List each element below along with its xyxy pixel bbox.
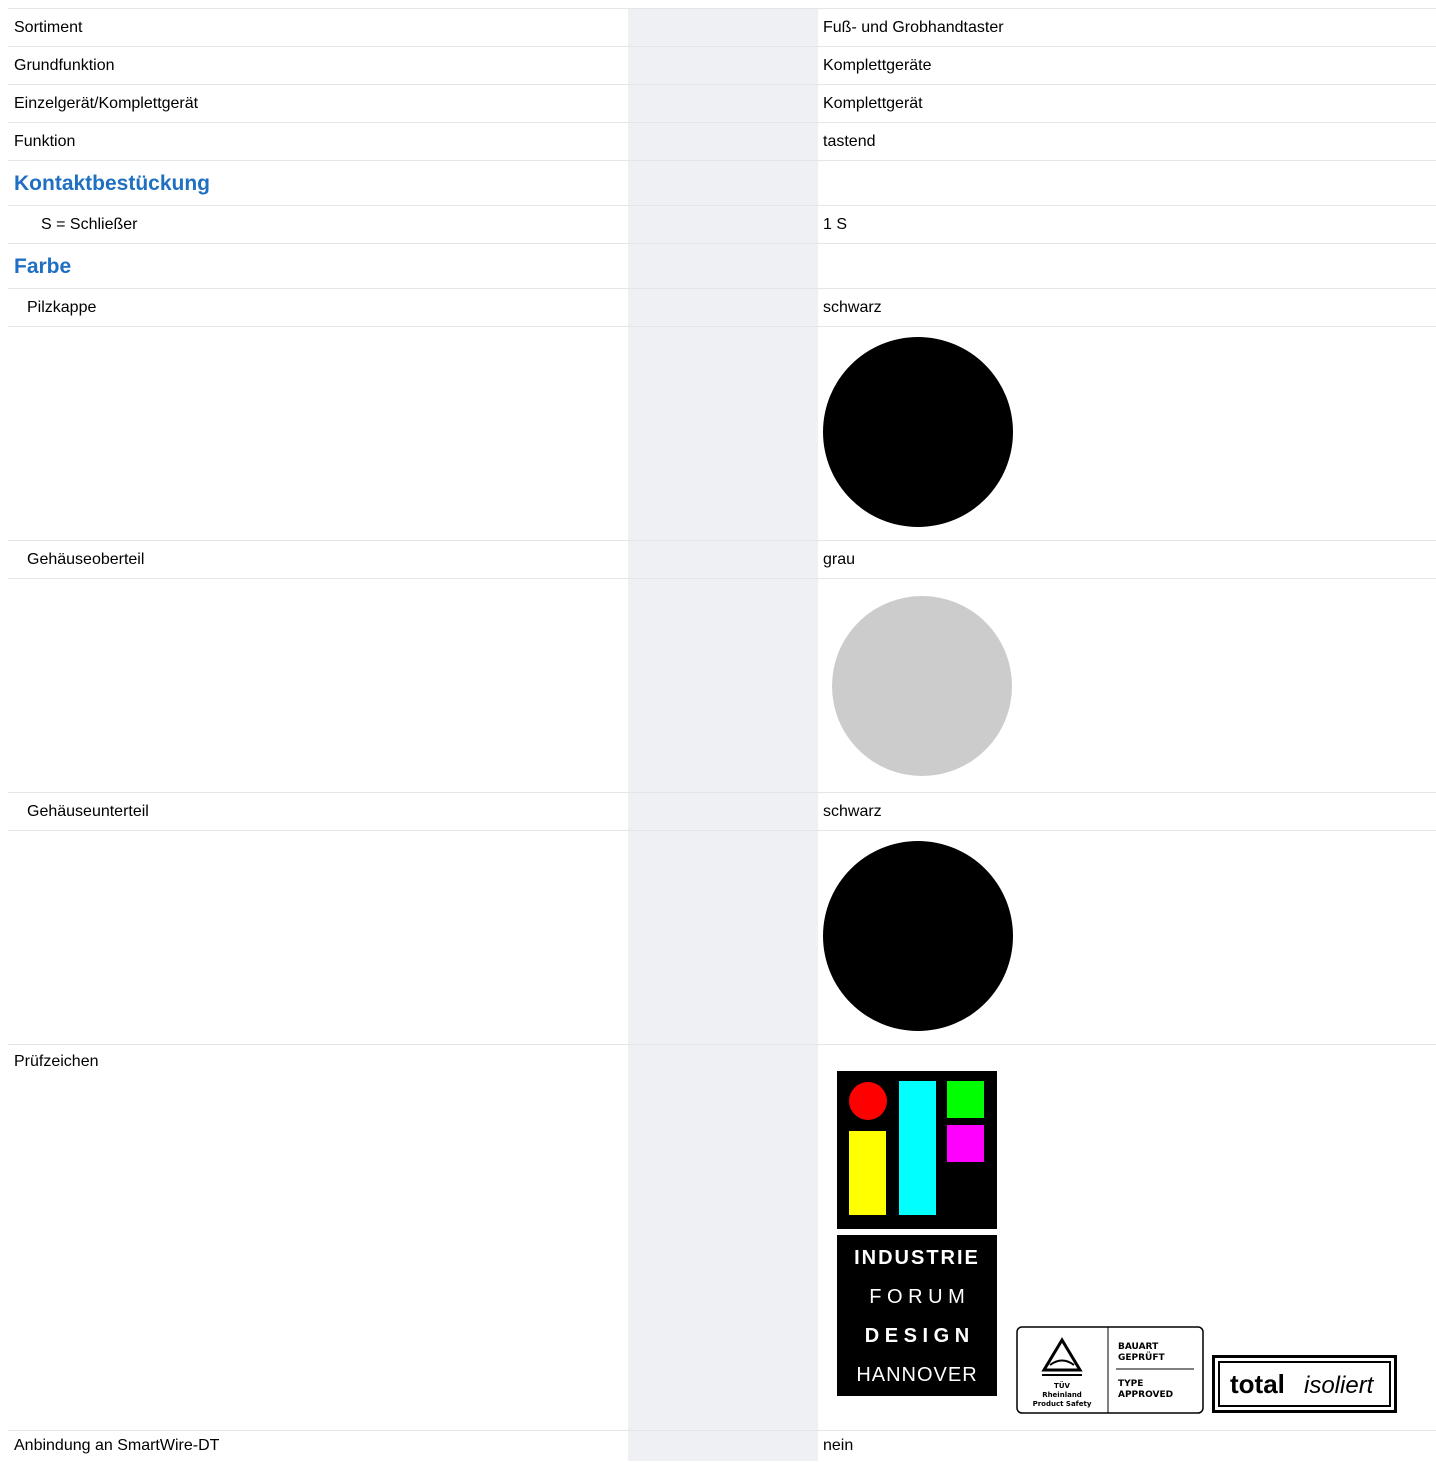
property-value: tastend [823, 132, 876, 150]
property-label: Funktion [14, 132, 76, 150]
ifd-line-4: HANNOVER [856, 1364, 977, 1386]
ifd-line-3: D E S I G N [865, 1325, 969, 1347]
spacer-column [628, 244, 818, 288]
section-title: Kontaktbestückung [14, 172, 211, 195]
property-row: Funktion tastend [8, 122, 1436, 160]
color-swatch-row [8, 830, 1436, 1044]
spacer-column [628, 123, 818, 160]
empty-cell [8, 831, 628, 1044]
color-swatch-row [8, 578, 1436, 792]
property-label: S = Schließer [41, 215, 138, 233]
color-swatch [823, 337, 1013, 527]
property-label: Prüfzeichen [14, 1053, 99, 1070]
property-label: Einzelgerät/Komplettgerät [14, 94, 199, 112]
spacer-column [628, 579, 818, 792]
property-row: Pilzkappe schwarz [8, 288, 1436, 326]
tuv-line-3: TYPE [1118, 1379, 1143, 1389]
if-design-award-logo: INDUSTRIE F O R U M D E S I G N HANNOVER [837, 1071, 997, 1396]
section-heading-color: Farbe [8, 243, 1436, 288]
property-label: Anbindung an SmartWire-DT [14, 1437, 220, 1454]
section-heading-contacts: Kontaktbestückung [8, 160, 1436, 205]
property-row: S = Schließer 1 S [8, 205, 1436, 243]
property-label: Pilzkappe [27, 298, 97, 316]
property-value: Komplettgeräte [823, 56, 932, 74]
test-marks-row: Prüfzeichen INDUSTRIE F O R U M D E S I … [8, 1044, 1436, 1430]
swatch-cell [818, 579, 1436, 792]
spacer-column [628, 541, 818, 578]
empty-cell [818, 244, 1436, 288]
tuv-brand2: Rheinland [1042, 1391, 1082, 1399]
property-label: Gehäuseunterteil [27, 802, 149, 820]
empty-cell [8, 579, 628, 792]
tuv-brand: TÜV [1054, 1381, 1070, 1390]
spacer-column [628, 327, 818, 540]
tuv-line-1: BAUART [1118, 1342, 1159, 1352]
property-row: Gehäuseoberteil grau [8, 540, 1436, 578]
spacer-column [628, 206, 818, 243]
property-row: Sortiment Fuß- und Grobhandtaster [8, 8, 1436, 46]
section-title: Farbe [14, 255, 72, 278]
property-label: Grundfunktion [14, 56, 115, 74]
total-isoliert-mark: total isoliert [1212, 1355, 1397, 1413]
swatch-cell [818, 831, 1436, 1044]
property-value: schwarz [823, 802, 882, 820]
property-value: 1 S [823, 215, 848, 233]
property-label: Gehäuseoberteil [27, 550, 145, 568]
tuv-rheinland-mark: TÜV Rheinland Product Safety BAUART GEPR… [1016, 1326, 1204, 1414]
empty-cell [8, 327, 628, 540]
property-row: Anbindung an SmartWire-DT nein [8, 1430, 1436, 1461]
spacer-column [628, 289, 818, 326]
property-value: Fuß- und Grobhandtaster [823, 18, 1004, 36]
tuv-brand3: Product Safety [1033, 1400, 1092, 1408]
tuv-line-2: GEPRÜFT [1118, 1352, 1166, 1363]
spacer-column [628, 793, 818, 830]
color-swatch [823, 841, 1013, 1031]
spacer-column [628, 9, 818, 46]
property-value: Komplettgerät [823, 94, 923, 112]
spacer-column [628, 831, 818, 1044]
spacer-column [628, 1431, 818, 1461]
isoliert-word: isoliert [1304, 1372, 1375, 1399]
product-properties-table: Sortiment Fuß- und Grobhandtaster Grundf… [8, 8, 1436, 1461]
color-swatch-row [8, 326, 1436, 540]
empty-cell [818, 161, 1436, 205]
property-row: Grundfunktion Komplettgeräte [8, 46, 1436, 84]
property-label: Sortiment [14, 18, 83, 36]
spacer-column [628, 1045, 818, 1430]
total-word: total [1230, 1369, 1285, 1399]
tuv-line-4: APPROVED [1118, 1390, 1173, 1400]
spacer-column [628, 161, 818, 205]
test-marks-cell: INDUSTRIE F O R U M D E S I G N HANNOVER… [818, 1045, 1436, 1430]
ifd-line-2: F O R U M [869, 1286, 965, 1308]
property-value: schwarz [823, 298, 882, 316]
spacer-column [628, 85, 818, 122]
swatch-cell [818, 327, 1436, 540]
property-row: Gehäuseunterteil schwarz [8, 792, 1436, 830]
color-swatch [832, 596, 1012, 776]
ifd-line-1: INDUSTRIE [854, 1247, 980, 1269]
spacer-column [628, 47, 818, 84]
property-value: nein [823, 1437, 854, 1454]
property-row: Einzelgerät/Komplettgerät Komplettgerät [8, 84, 1436, 122]
property-value: grau [823, 550, 856, 568]
